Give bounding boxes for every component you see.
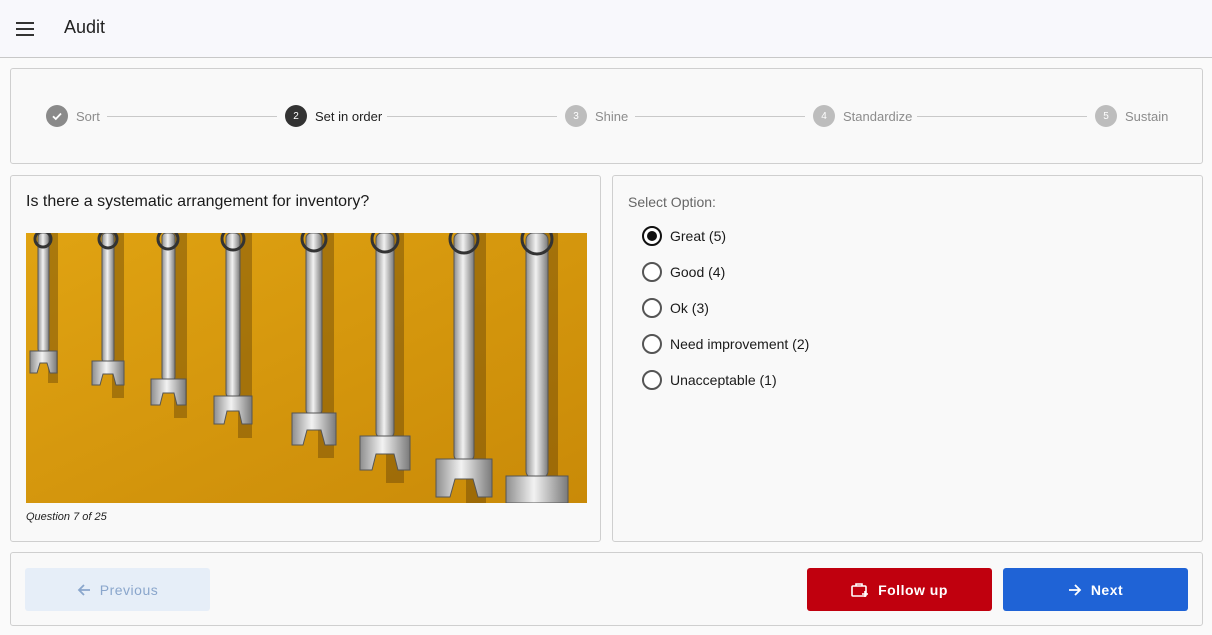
next-label: Next bbox=[1090, 581, 1124, 598]
option-label: Good (4) bbox=[670, 264, 726, 280]
radio-unchecked-icon[interactable] bbox=[642, 334, 662, 354]
menu-icon[interactable] bbox=[10, 14, 40, 44]
option-label: Ok (3) bbox=[670, 300, 709, 316]
step-label: Sustain bbox=[1125, 108, 1169, 124]
step-label: Standardize bbox=[843, 108, 913, 124]
radio-unchecked-icon[interactable] bbox=[642, 370, 662, 390]
previous-button[interactable]: Previous bbox=[25, 568, 210, 611]
previous-label: Previous bbox=[99, 581, 159, 598]
check-icon bbox=[46, 105, 68, 127]
step-connector bbox=[107, 116, 277, 117]
step-set-in-order[interactable]: 2 Set in order bbox=[285, 105, 382, 127]
step-number: 4 bbox=[813, 105, 835, 127]
step-label: Sort bbox=[76, 108, 100, 124]
step-shine[interactable]: 3 Shine bbox=[565, 105, 628, 127]
step-label: Shine bbox=[595, 108, 629, 124]
step-connector bbox=[917, 116, 1087, 117]
stepper: Sort 2 Set in order 3 Shine 4 Standardiz… bbox=[10, 68, 1203, 164]
options-label: Select Option: bbox=[628, 194, 716, 210]
option-label: Unacceptable (1) bbox=[670, 372, 777, 388]
question-card: Is there a systematic arrangement for in… bbox=[10, 175, 601, 542]
app-bar: Audit bbox=[0, 0, 1212, 58]
step-connector bbox=[635, 116, 805, 117]
option-unacceptable[interactable]: Unacceptable (1) bbox=[642, 370, 777, 390]
briefcase-add-icon bbox=[851, 582, 869, 598]
option-good[interactable]: Good (4) bbox=[642, 262, 725, 282]
option-great[interactable]: Great (5) bbox=[642, 226, 726, 246]
question-counter: Question 7 of 25 bbox=[26, 511, 107, 523]
step-number: 5 bbox=[1095, 105, 1117, 127]
step-sustain[interactable]: 5 Sustain bbox=[1095, 105, 1168, 127]
follow-up-label: Follow up bbox=[878, 581, 948, 598]
page-title: Audit bbox=[64, 17, 106, 37]
radio-unchecked-icon[interactable] bbox=[642, 262, 662, 282]
step-label: Set in order bbox=[315, 108, 383, 124]
option-label: Great (5) bbox=[670, 228, 727, 244]
arrow-right-icon bbox=[1068, 583, 1082, 597]
wrenches-photo-icon bbox=[26, 233, 587, 503]
options-card: Select Option: Great (5) Good (4) Ok (3)… bbox=[612, 175, 1203, 542]
option-ok[interactable]: Ok (3) bbox=[642, 298, 709, 318]
step-standardize[interactable]: 4 Standardize bbox=[813, 105, 912, 127]
radio-checked-icon[interactable] bbox=[642, 226, 662, 246]
question-text: Is there a systematic arrangement for in… bbox=[26, 193, 370, 210]
option-need-improvement[interactable]: Need improvement (2) bbox=[642, 334, 809, 354]
next-button[interactable]: Next bbox=[1003, 568, 1188, 611]
arrow-left-icon bbox=[77, 583, 91, 597]
follow-up-button[interactable]: Follow up bbox=[807, 568, 992, 611]
question-image bbox=[26, 233, 587, 503]
step-sort[interactable]: Sort bbox=[46, 105, 100, 127]
radio-unchecked-icon[interactable] bbox=[642, 298, 662, 318]
option-label: Need improvement (2) bbox=[670, 336, 810, 352]
step-connector bbox=[387, 116, 557, 117]
step-number: 3 bbox=[565, 105, 587, 127]
step-number: 2 bbox=[285, 105, 307, 127]
footer-actions: Previous Follow up Next bbox=[10, 552, 1203, 626]
